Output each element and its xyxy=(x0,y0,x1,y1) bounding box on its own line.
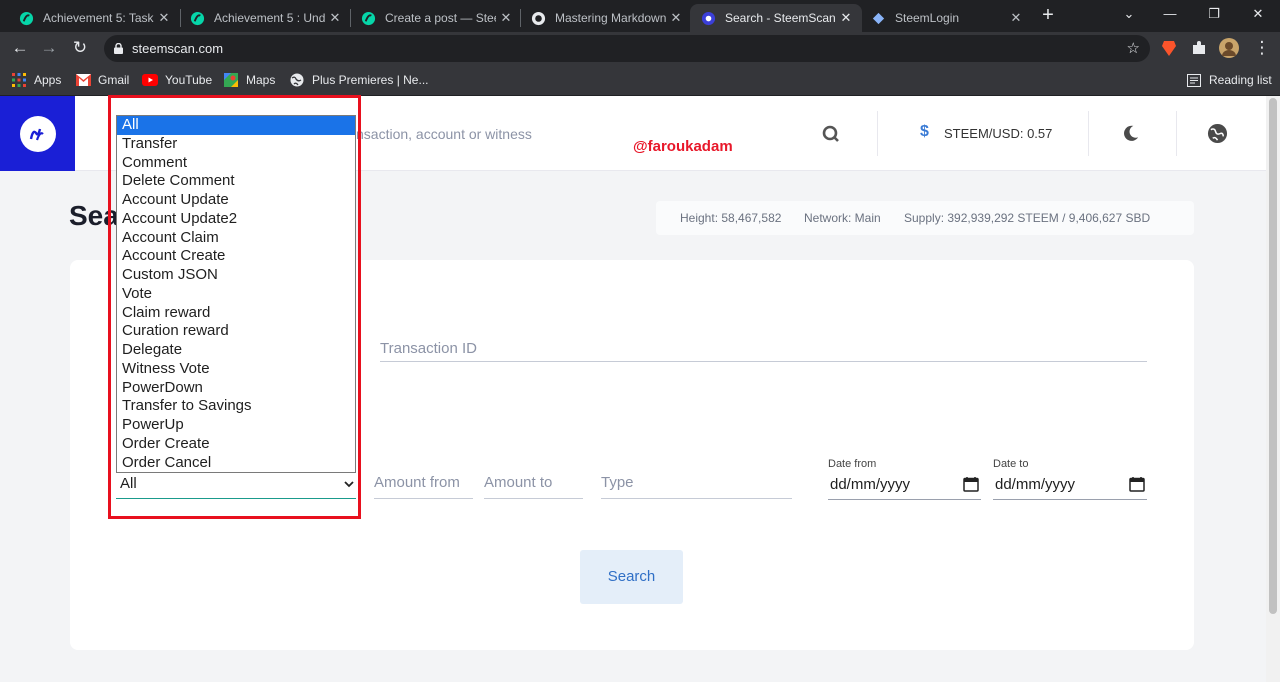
header-divider xyxy=(877,111,878,156)
brave-extension-icon[interactable] xyxy=(1160,39,1178,57)
bookmark-label: Plus Premieres | Ne... xyxy=(312,73,429,87)
tab-title: Search - SteemScan xyxy=(725,11,836,25)
tab-search-chevron-icon[interactable]: ⌄ xyxy=(1107,0,1151,32)
date-to-value: dd/mm/yyyy xyxy=(995,476,1076,493)
bookmark-label: Maps xyxy=(246,73,276,87)
reading-list-icon xyxy=(1186,72,1202,88)
chain-stats-bar: Height: 58,467,582 Network: Main Supply:… xyxy=(656,201,1194,235)
tab-title: SteemLogin xyxy=(895,11,960,25)
amount-to-input[interactable]: Amount to xyxy=(484,474,583,499)
bookmark-maps[interactable]: Maps xyxy=(223,71,275,89)
steem-logo-icon xyxy=(19,115,56,152)
date-to-label: Date to xyxy=(993,458,1029,470)
supply-value: Supply: 392,939,292 STEEM / 9,406,627 SB… xyxy=(904,211,1151,225)
tab-title: Create a post — Steem xyxy=(385,11,496,25)
date-from-value: dd/mm/yyyy xyxy=(830,476,911,493)
browser-toolbar: ← → ↻ steemscan.com ☆ ⋮ xyxy=(0,32,1280,64)
steemscan-logo[interactable] xyxy=(0,96,75,171)
url-text: steemscan.com xyxy=(132,41,224,56)
header-search-input[interactable]: nsaction, account or witness xyxy=(356,126,532,142)
bookmark-star-icon[interactable]: ☆ xyxy=(1127,35,1140,62)
date-to-input[interactable]: dd/mm/yyyy xyxy=(993,472,1147,500)
apps-grid-icon xyxy=(11,72,27,88)
browser-menu-icon[interactable]: ⋮ xyxy=(1251,38,1273,58)
maps-icon xyxy=(223,72,239,88)
author-watermark: @faroukadam xyxy=(633,138,733,155)
profile-avatar[interactable] xyxy=(1219,38,1239,58)
minimize-icon[interactable]: — xyxy=(1148,0,1192,32)
header-divider xyxy=(1088,111,1089,156)
date-from-input[interactable]: dd/mm/yyyy xyxy=(828,472,981,500)
header-divider xyxy=(1176,111,1177,156)
bookmarks-bar: Apps Gmail YouTube Maps Plus Premieres |… xyxy=(0,64,1280,96)
page-scrollbar[interactable] xyxy=(1266,96,1280,682)
lock-icon xyxy=(114,43,123,54)
gmail-icon xyxy=(75,72,91,88)
back-arrow-icon[interactable]: ← xyxy=(9,38,31,58)
tab-mastering-markdown[interactable]: Mastering Markdown ✕ xyxy=(520,4,692,32)
steem-usd-price: STEEM/USD: 0.57 xyxy=(944,126,1053,141)
tab-title: Mastering Markdown xyxy=(555,11,666,25)
steemlogin-favicon-icon xyxy=(870,10,886,26)
bookmark-label: YouTube xyxy=(165,73,213,87)
bookmark-label: Apps xyxy=(34,73,62,87)
new-tab-button[interactable]: + xyxy=(1038,4,1058,28)
steemscan-favicon-icon xyxy=(700,10,716,26)
window-close-icon[interactable]: ✕ xyxy=(1236,0,1280,32)
block-height: Height: 58,467,582 xyxy=(680,211,782,225)
close-icon[interactable]: ✕ xyxy=(836,10,856,26)
extensions-puzzle-icon[interactable] xyxy=(1190,39,1208,57)
url-bar[interactable]: steemscan.com ☆ xyxy=(104,35,1150,62)
bookmark-youtube[interactable]: YouTube xyxy=(142,71,212,89)
restore-icon[interactable]: ❐ xyxy=(1192,0,1236,32)
tab-create-a-post[interactable]: Create a post — Steem ✕ xyxy=(350,4,522,32)
dark-mode-moon-icon[interactable] xyxy=(1121,124,1140,143)
date-from-label: Date from xyxy=(828,458,877,470)
close-icon[interactable]: ✕ xyxy=(666,10,686,26)
scrollbar-thumb[interactable] xyxy=(1269,98,1277,614)
tab-search-steemscan[interactable]: Search - SteemScan ✕ xyxy=(690,4,862,32)
transaction-id-input[interactable]: Transaction ID xyxy=(380,340,1147,362)
tab-achievement-5-task-2[interactable]: Achievement 5: Task 2 ✕ xyxy=(8,4,180,32)
dollar-icon: $ xyxy=(920,123,929,140)
network-name: Network: Main xyxy=(804,211,881,225)
browser-tab-bar: Achievement 5: Task 2 ✕ Achievement 5 : … xyxy=(0,0,1280,32)
bookmark-label: Reading list xyxy=(1209,73,1272,87)
tab-achievement-5-unde[interactable]: Achievement 5 : Unde ✕ xyxy=(179,4,351,32)
close-icon[interactable]: ✕ xyxy=(1006,10,1026,26)
close-icon[interactable]: ✕ xyxy=(496,10,516,26)
github-favicon-icon xyxy=(530,10,546,26)
close-icon[interactable]: ✕ xyxy=(154,10,174,26)
search-icon[interactable] xyxy=(822,125,840,143)
reload-icon[interactable]: ↻ xyxy=(69,38,91,58)
tab-title: Achievement 5 : Unde xyxy=(214,11,325,25)
search-button[interactable]: Search xyxy=(580,550,683,604)
close-icon[interactable]: ✕ xyxy=(325,10,345,26)
steemit-favicon-icon xyxy=(189,10,205,26)
bookmark-label: Gmail xyxy=(98,73,130,87)
calendar-icon[interactable] xyxy=(963,476,979,492)
type-input[interactable]: Type xyxy=(601,474,792,499)
calendar-icon[interactable] xyxy=(1129,476,1145,492)
tab-title: Achievement 5: Task 2 xyxy=(43,11,154,25)
bookmark-plus-premieres[interactable]: Plus Premieres | Ne... xyxy=(289,71,428,89)
steemit-favicon-icon xyxy=(360,10,376,26)
tab-steemlogin[interactable]: SteemLogin ✕ xyxy=(860,4,1032,32)
steemit-favicon-icon xyxy=(18,10,34,26)
annotation-highlight-box xyxy=(108,95,361,519)
bookmark-gmail[interactable]: Gmail xyxy=(75,71,129,89)
bookmark-apps[interactable]: Apps xyxy=(11,71,61,89)
language-globe-icon[interactable] xyxy=(1207,123,1228,144)
youtube-icon xyxy=(142,72,158,88)
forward-arrow-icon[interactable]: → xyxy=(38,38,60,58)
amount-from-input[interactable]: Amount from xyxy=(374,474,473,499)
reading-list-button[interactable]: Reading list xyxy=(1186,71,1272,89)
globe-icon xyxy=(289,72,305,88)
